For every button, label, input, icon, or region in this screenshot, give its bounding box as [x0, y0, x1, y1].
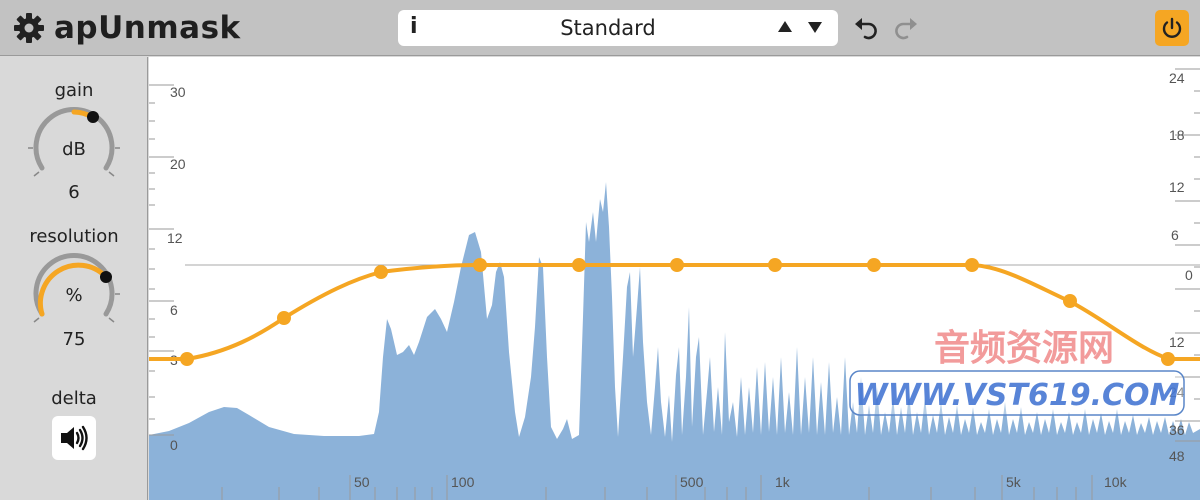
delta-button[interactable]: [52, 416, 96, 460]
right-axis-label: 24: [1169, 70, 1185, 86]
eq-handle[interactable]: [768, 258, 782, 272]
left-axis-label: 6: [170, 302, 178, 318]
right-axis-label: 12: [1169, 179, 1185, 195]
delta-label: delta: [51, 388, 97, 409]
preset-name[interactable]: Standard: [458, 16, 758, 40]
gain-label: gain: [54, 80, 94, 101]
undo-icon[interactable]: [852, 14, 880, 42]
power-icon: [1162, 17, 1182, 38]
frequency-label: 500: [680, 474, 704, 490]
right-axis-label: 0: [1185, 267, 1193, 283]
eq-handle[interactable]: [965, 258, 979, 272]
brand: apUnmask: [12, 8, 241, 48]
left-axis-label: 12: [167, 230, 183, 246]
eq-handle[interactable]: [867, 258, 881, 272]
eq-handle[interactable]: [374, 265, 388, 279]
frequency-label: 1k: [775, 474, 791, 490]
resolution-label: resolution: [29, 226, 119, 247]
info-button[interactable]: i: [410, 14, 418, 39]
watermark-url: WWW.VST619.COM: [855, 378, 1180, 413]
frequency-label: 5k: [1006, 474, 1022, 490]
right-axis-label: 12: [1169, 334, 1185, 350]
resolution-unit: %: [65, 285, 83, 306]
eq-handle[interactable]: [1063, 294, 1077, 308]
eq-handle[interactable]: [277, 311, 291, 325]
gear-icon[interactable]: [12, 11, 46, 45]
power-button[interactable]: [1155, 10, 1189, 46]
preset-next-icon[interactable]: [806, 18, 824, 36]
left-axis-label: 20: [170, 156, 186, 172]
preset-selector[interactable]: i Standard: [398, 10, 838, 46]
left-axis: [149, 84, 174, 436]
right-axis-label: 36: [1169, 422, 1185, 438]
preset-previous-icon[interactable]: [776, 18, 794, 36]
redo-icon[interactable]: [892, 14, 920, 42]
eq-handle[interactable]: [1161, 352, 1175, 366]
right-axis-label: 48: [1169, 448, 1185, 464]
gain-value: 6: [68, 182, 80, 203]
left-axis-label: 30: [170, 84, 186, 100]
right-axis-label: 6: [1171, 227, 1179, 243]
eq-handle[interactable]: [572, 258, 586, 272]
frequency-label: 100: [451, 474, 475, 490]
left-axis-label: 0: [170, 437, 178, 453]
right-axis-label: 18: [1169, 127, 1185, 143]
spectrum-graph[interactable]: 30 20 12 6 3 0 24 18 12 6 0 12 24 36 48 …: [149, 57, 1200, 500]
speaker-icon: [61, 425, 88, 451]
resolution-value: 75: [62, 329, 86, 350]
gain-unit: dB: [62, 139, 86, 160]
top-bar: apUnmask i Standard: [0, 0, 1200, 56]
app-title: apUnmask: [54, 10, 241, 46]
control-panel: gain dB 6 resolution % 75 delta: [0, 57, 148, 500]
eq-handle[interactable]: [180, 352, 194, 366]
eq-handle[interactable]: [473, 258, 487, 272]
eq-handle[interactable]: [670, 258, 684, 272]
watermark-chinese: 音频资源网: [934, 328, 1114, 369]
graph-canvas: 30 20 12 6 3 0 24 18 12 6 0 12 24 36 48 …: [149, 68, 1200, 500]
frequency-label: 50: [354, 474, 370, 490]
frequency-label: 10k: [1104, 474, 1128, 490]
